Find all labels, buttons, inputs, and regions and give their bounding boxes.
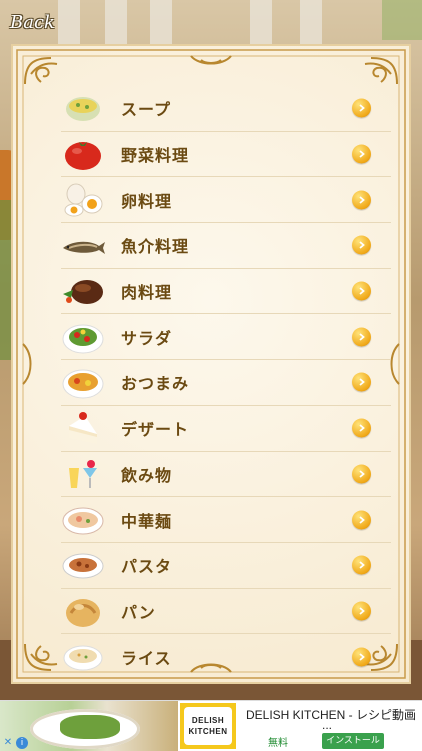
list-item[interactable]: スープ (61, 86, 391, 132)
ad-close-icon[interactable]: ✕ (2, 737, 14, 749)
ad-price: 無料 (268, 738, 288, 749)
category-label: 中華麺 (121, 511, 173, 531)
category-panel: スープ 野菜料理 卵料理 魚介料理 肉料理 サラダ おつまみ デザート 飲み物 … (11, 44, 411, 684)
drink-icon (61, 455, 105, 493)
category-label: デザート (121, 420, 190, 440)
noodle-bowl-icon (61, 501, 105, 539)
list-item[interactable]: 飲み物 (61, 452, 391, 498)
chevron-right-icon (352, 235, 371, 255)
rice-bowl-icon (61, 638, 105, 676)
list-item[interactable]: パスタ (61, 543, 391, 589)
category-label: スープ (121, 100, 172, 120)
category-label: 肉料理 (121, 283, 173, 303)
tomato-icon (61, 135, 105, 173)
category-label: 魚介料理 (121, 237, 190, 257)
back-button[interactable]: Back (10, 6, 72, 38)
ad-logo-text: KITCHEN (188, 727, 228, 736)
ad-title-ellipsis: ... (322, 718, 333, 732)
ad-banner[interactable]: ✕ i DELISH KITCHEN DELISH KITCHEN - レシピ動… (0, 700, 422, 751)
list-item[interactable]: 魚介料理 (61, 223, 391, 269)
soup-bowl-icon (61, 89, 105, 127)
list-item[interactable]: おつまみ (61, 360, 391, 406)
list-item[interactable]: 肉料理 (61, 269, 391, 315)
category-label: 野菜料理 (121, 146, 190, 166)
ad-app-logo[interactable]: DELISH KITCHEN (180, 703, 236, 749)
chevron-right-icon (352, 601, 371, 621)
category-label: 卵料理 (121, 191, 173, 211)
chevron-right-icon (352, 464, 371, 484)
list-item[interactable]: 野菜料理 (61, 132, 391, 178)
fish-icon (61, 226, 105, 264)
list-item[interactable]: 中華麺 (61, 497, 391, 543)
chevron-right-icon (352, 555, 371, 575)
salad-icon (61, 318, 105, 356)
chevron-right-icon (352, 190, 371, 210)
chevron-right-icon (352, 418, 371, 438)
ad-install-button[interactable]: インストール (322, 733, 384, 749)
chevron-right-icon (352, 510, 371, 530)
chevron-right-icon (352, 327, 371, 347)
category-label: サラダ (121, 328, 173, 348)
ad-logo-text: DELISH (191, 716, 225, 725)
category-label: 飲み物 (121, 465, 173, 485)
list-item[interactable]: サラダ (61, 314, 391, 361)
egg-icon (61, 181, 105, 219)
category-label: パスタ (121, 557, 173, 577)
list-item[interactable]: パン (61, 589, 391, 635)
list-item[interactable]: 卵料理 (61, 177, 391, 224)
chevron-right-icon (352, 647, 371, 667)
chevron-right-icon (352, 144, 371, 164)
list-item[interactable]: デザート (61, 406, 391, 452)
chevron-right-icon (352, 98, 371, 118)
list-item[interactable]: ライス (61, 634, 391, 679)
ad-info-icon[interactable]: i (16, 737, 28, 749)
meat-icon (61, 272, 105, 310)
pasta-plate-icon (61, 546, 105, 584)
chevron-right-icon (352, 372, 371, 392)
chevron-right-icon (352, 281, 371, 301)
snack-plate-icon (61, 363, 105, 401)
bread-icon (61, 592, 105, 630)
category-list: スープ 野菜料理 卵料理 魚介料理 肉料理 サラダ おつまみ デザート 飲み物 … (61, 86, 391, 679)
category-label: おつまみ (121, 374, 190, 394)
cake-icon (61, 409, 105, 447)
category-label: パン (121, 602, 156, 622)
category-label: ライス (121, 648, 172, 668)
